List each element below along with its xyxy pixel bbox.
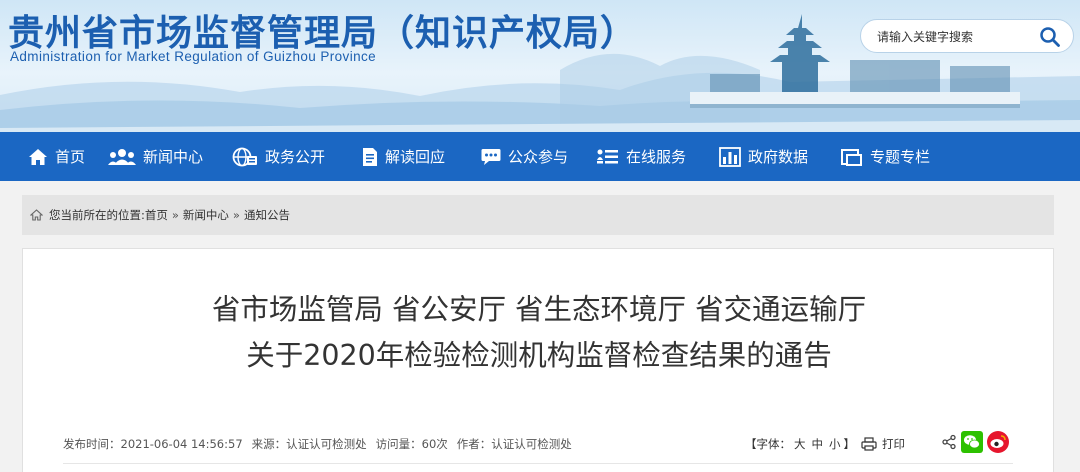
nav-item-news-center[interactable]: 新闻中心 [108, 132, 203, 181]
breadcrumb-prefix: 您当前所在的位置: [49, 208, 145, 222]
weibo-share-button[interactable] [987, 431, 1009, 457]
font-size-medium[interactable]: 中 [812, 436, 824, 452]
nav-item-label: 首页 [55, 148, 86, 166]
wechat-icon [961, 431, 983, 453]
nav-item-interpretation[interactable]: 解读回应 [362, 132, 445, 181]
home-icon [29, 148, 47, 165]
nav-item-label: 政务公开 [265, 148, 326, 166]
nav-item-government-affairs[interactable]: 政务公开 [232, 132, 325, 181]
search-box [860, 19, 1074, 53]
header-banner: 贵州省市场监督管理局（知识产权局） Administration for Mar… [0, 0, 1080, 132]
printer-icon [861, 437, 877, 451]
publish-time: 发布时间：2021-06-04 14:56:57 [63, 437, 243, 451]
nav-item-label: 公众参与 [508, 148, 569, 166]
share-button[interactable] [941, 434, 957, 454]
people-icon [108, 148, 136, 165]
weibo-icon [987, 431, 1009, 453]
nav-item-label: 新闻中心 [143, 148, 204, 166]
article-title-line2: 关于2020年检验检测机构监督检查结果的通告 [246, 339, 832, 372]
article-source: 来源：认证认可检测处 [251, 437, 367, 451]
article-title: 省市场监管局 省公安厅 省生态环境厅 省交通运输厅 关于2020年检验检测机构监… [23, 287, 1055, 379]
nav-item-government-data[interactable]: 政府数据 [719, 132, 808, 181]
view-count: 访问量：60次 [375, 437, 448, 451]
main-navigation: 首页 新闻中心 政务公开 解读回应 公众参与 在线服务 政府数据 专题专栏 [0, 132, 1080, 181]
nav-item-label: 专题专栏 [870, 148, 931, 166]
breadcrumb-separator: » [171, 208, 179, 222]
globe-icon [232, 147, 257, 166]
breadcrumb-notices[interactable]: 通知公告 [244, 207, 290, 223]
share-icon [942, 434, 956, 450]
site-subtitle: Administration for Market Regulation of … [10, 49, 377, 64]
search-input[interactable] [877, 28, 1037, 46]
bar-chart-icon [719, 146, 741, 167]
nav-item-online-services[interactable]: 在线服务 [597, 132, 686, 181]
article-title-line1: 省市场监管局 省公安厅 省生态环境厅 省交通运输厅 [211, 293, 867, 326]
font-size-selector: 【字体： 大 中 小 】 [745, 434, 855, 454]
document-icon [363, 147, 377, 166]
search-button[interactable] [1039, 26, 1061, 48]
breadcrumb-news-center[interactable]: 新闻中心 [183, 207, 229, 223]
nav-item-public-participation[interactable]: 公众参与 [481, 132, 568, 181]
wechat-share-button[interactable] [961, 431, 983, 457]
search-icon [1040, 27, 1060, 47]
font-size-large[interactable]: 大 [794, 436, 806, 452]
nav-item-label: 在线服务 [626, 148, 687, 166]
home-outline-icon [30, 209, 43, 221]
print-label: 打印 [882, 437, 905, 451]
nav-item-label: 解读回应 [385, 148, 446, 166]
breadcrumb: 您当前所在的位置: 首页 » 新闻中心 » 通知公告 [22, 195, 1054, 235]
breadcrumb-separator: » [232, 208, 240, 222]
article-container: 省市场监管局 省公安厅 省生态环境厅 省交通运输厅 关于2020年检验检测机构监… [22, 248, 1054, 472]
font-size-close: 】 [843, 437, 856, 451]
nav-item-label: 政府数据 [748, 148, 809, 166]
nav-item-home[interactable]: 首页 [28, 132, 85, 181]
article-meta: 发布时间：2021-06-04 14:56:57 来源：认证认可检测处 访问量：… [63, 434, 581, 454]
meta-divider [63, 463, 1013, 464]
print-button[interactable]: 打印 [861, 434, 905, 454]
window-icon [841, 148, 862, 166]
font-size-small[interactable]: 小 [829, 436, 841, 452]
share-buttons [941, 431, 1013, 457]
article-author: 作者：认证认可检测处 [456, 437, 572, 451]
list-icon [597, 149, 618, 163]
chat-icon [481, 148, 501, 165]
breadcrumb-home[interactable]: 首页 [145, 207, 168, 223]
font-size-label: 【字体： [745, 437, 791, 451]
nav-item-special-topics[interactable]: 专题专栏 [841, 132, 930, 181]
